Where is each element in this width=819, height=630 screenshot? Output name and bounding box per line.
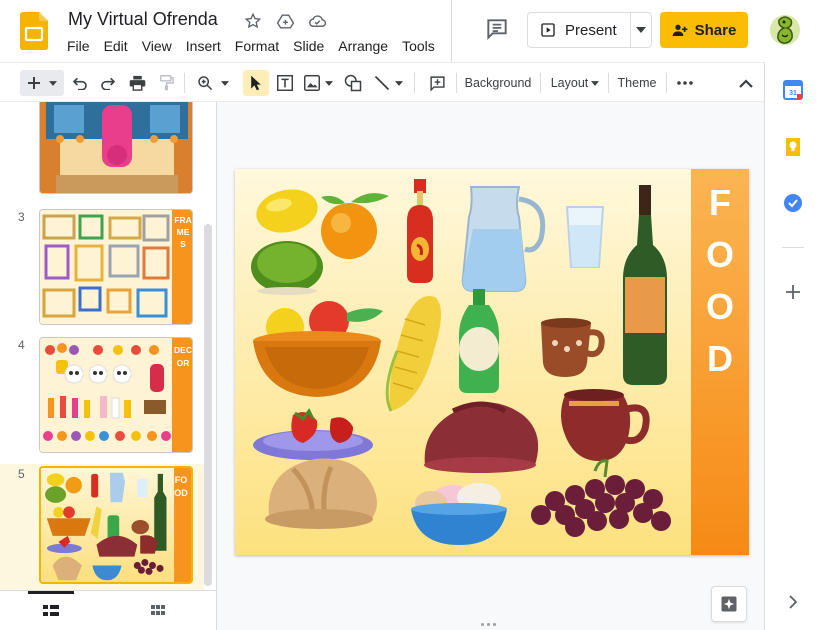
more-options-icon[interactable] bbox=[673, 70, 697, 96]
frames-side-label: FRAMES bbox=[174, 215, 192, 249]
zoom-icon bbox=[198, 76, 213, 91]
menu-file[interactable]: File bbox=[60, 36, 97, 56]
slide-thumbnail-2[interactable] bbox=[39, 102, 193, 194]
line-icon bbox=[374, 75, 389, 91]
svg-text:31: 31 bbox=[789, 90, 797, 97]
header-divider bbox=[451, 0, 452, 62]
share-button[interactable]: Share bbox=[660, 12, 748, 48]
calendar-icon[interactable]: 31 bbox=[783, 80, 803, 100]
caret-down-icon bbox=[394, 80, 403, 86]
add-icon[interactable] bbox=[783, 282, 803, 302]
slide-canvas-area: FOOD bbox=[216, 102, 764, 630]
menu-edit[interactable]: Edit bbox=[97, 36, 135, 56]
comment-icon[interactable] bbox=[484, 16, 510, 42]
zoom-button[interactable] bbox=[192, 70, 234, 96]
menu-tools[interactable]: Tools bbox=[395, 36, 442, 56]
star-icon[interactable] bbox=[243, 11, 263, 31]
present-icon bbox=[541, 23, 555, 37]
menu-bar: File Edit View Insert Format Slide Arran… bbox=[60, 36, 442, 56]
menu-insert[interactable]: Insert bbox=[179, 36, 228, 56]
image-icon bbox=[303, 75, 320, 91]
menu-slide[interactable]: Slide bbox=[286, 36, 331, 56]
toolbar-separator bbox=[608, 73, 609, 93]
caret-down-icon bbox=[49, 80, 57, 86]
caret-down-icon bbox=[221, 80, 229, 86]
present-options-dropdown[interactable] bbox=[631, 13, 651, 47]
cloud-saved-icon[interactable] bbox=[307, 11, 327, 31]
plus-icon bbox=[28, 77, 40, 89]
slides-logo-icon[interactable] bbox=[20, 12, 48, 50]
text-box-icon[interactable] bbox=[273, 70, 297, 96]
menu-view[interactable]: View bbox=[135, 36, 179, 56]
undo-icon[interactable] bbox=[68, 70, 92, 96]
background-button[interactable]: Background bbox=[462, 70, 534, 96]
new-slide-button[interactable] bbox=[20, 70, 64, 96]
document-title[interactable]: My Virtual Ofrenda bbox=[68, 9, 218, 30]
toolbar-separator bbox=[456, 73, 457, 93]
layout-button[interactable]: Layout bbox=[548, 70, 602, 96]
toolbar-separator bbox=[540, 73, 541, 93]
move-to-drive-icon[interactable] bbox=[275, 11, 295, 31]
add-comment-icon[interactable] bbox=[424, 70, 450, 96]
present-label: Present bbox=[565, 21, 617, 39]
toolbar-separator bbox=[184, 73, 185, 93]
grid-view-icon[interactable] bbox=[148, 601, 168, 621]
layout-label: Layout bbox=[550, 76, 589, 90]
collapse-menus-icon[interactable] bbox=[734, 70, 758, 96]
expand-panel-icon[interactable] bbox=[783, 592, 803, 612]
title-actions bbox=[243, 11, 327, 31]
toolbar-separator bbox=[414, 73, 415, 93]
share-person-icon bbox=[672, 24, 687, 36]
app-header: My Virtual Ofrenda File Edit View Insert… bbox=[0, 0, 819, 62]
slide-thumbnail-5[interactable]: FOOD bbox=[39, 466, 193, 584]
keep-icon[interactable] bbox=[783, 137, 803, 157]
toolbar-separator bbox=[666, 73, 667, 93]
slide-number-4: 4 bbox=[18, 338, 25, 352]
slide-canvas[interactable]: FOOD bbox=[235, 169, 749, 555]
caret-down-icon bbox=[591, 80, 600, 86]
decor-side-label: DECOR bbox=[174, 345, 192, 368]
print-icon[interactable] bbox=[124, 70, 150, 96]
filmstrip-view-controls bbox=[0, 590, 216, 630]
slide-thumbnail-3[interactable]: FRAMES bbox=[39, 209, 193, 325]
present-button[interactable]: Present bbox=[528, 13, 630, 47]
select-tool-icon[interactable] bbox=[243, 70, 269, 96]
slide-thumbnail-4[interactable]: DECOR bbox=[39, 337, 193, 453]
line-tool-button[interactable] bbox=[370, 70, 406, 96]
filmstrip: 3 FRAMES 4 DECOR 5 FOOD bbox=[0, 102, 216, 590]
slides-app: My Virtual Ofrenda File Edit View Insert… bbox=[0, 0, 819, 630]
paint-format-icon[interactable] bbox=[154, 70, 178, 96]
explore-icon bbox=[721, 596, 737, 612]
present-button-group: Present bbox=[527, 12, 652, 48]
side-panel-divider bbox=[782, 247, 804, 248]
theme-button[interactable]: Theme bbox=[614, 70, 660, 96]
explore-button[interactable] bbox=[711, 586, 747, 622]
tasks-icon[interactable] bbox=[783, 193, 803, 213]
insert-image-button[interactable] bbox=[301, 70, 335, 96]
speaker-notes-drag-handle[interactable] bbox=[481, 623, 496, 626]
menu-format[interactable]: Format bbox=[228, 36, 286, 56]
redo-icon[interactable] bbox=[96, 70, 120, 96]
caret-down-icon bbox=[324, 80, 333, 86]
food-side-label-thumb: FOOD bbox=[174, 475, 188, 498]
share-label: Share bbox=[694, 21, 737, 39]
food-slide-artwork bbox=[235, 169, 749, 555]
caret-down-icon bbox=[636, 27, 646, 33]
avatar[interactable] bbox=[768, 11, 802, 49]
slide-number-5: 5 bbox=[18, 467, 25, 481]
toolbar: Background Layout Theme bbox=[0, 62, 764, 102]
active-view-indicator bbox=[28, 591, 74, 594]
food-side-label: FOOD bbox=[705, 182, 734, 379]
filmstrip-view-icon[interactable] bbox=[41, 601, 61, 621]
filmstrip-scrollbar[interactable] bbox=[204, 224, 212, 586]
shape-icon[interactable] bbox=[340, 70, 366, 96]
side-panel: 31 bbox=[764, 62, 819, 630]
menu-arrange[interactable]: Arrange bbox=[331, 36, 395, 56]
slide-number-3: 3 bbox=[18, 210, 25, 224]
